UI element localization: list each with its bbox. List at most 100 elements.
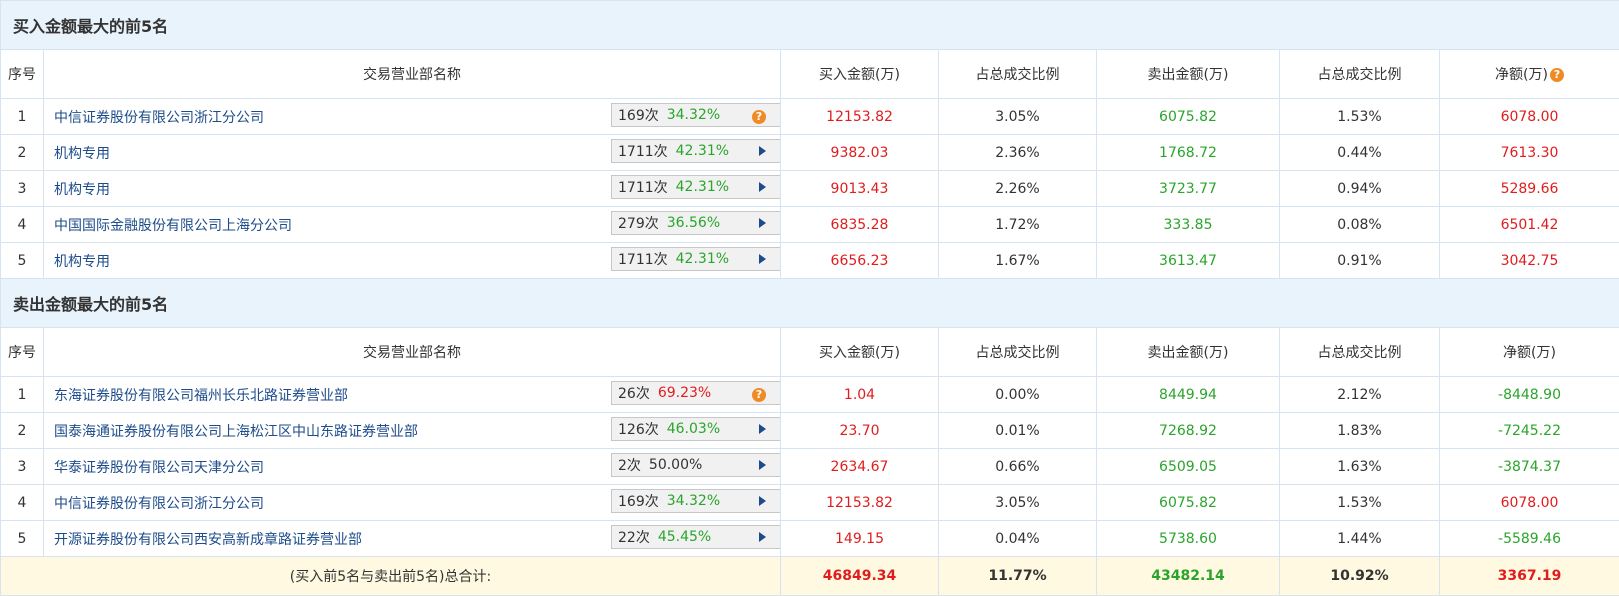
buy-amount: 23.70 (781, 413, 939, 449)
broker-stats-badge[interactable]: 26次69.23%? (611, 381, 781, 405)
sell-amount: 6509.05 (1097, 449, 1280, 485)
broker-name[interactable]: 机构专用 (54, 182, 110, 198)
sell-pct: 1.53% (1280, 485, 1440, 521)
arrow-right-icon[interactable] (759, 218, 766, 228)
total-buy: 46849.34 (781, 557, 939, 596)
arrow-right-icon[interactable] (759, 460, 766, 470)
sell-pct: 0.94% (1280, 171, 1440, 207)
arrow-right-icon[interactable] (759, 532, 766, 542)
col-name-header: 交易营业部名称 (44, 50, 781, 99)
sell-table-row: 2国泰海通证券股份有限公司上海松江区中山东路证券营业部126次46.03%23.… (1, 413, 1619, 449)
row-index: 2 (1, 135, 44, 171)
col-net-header: 净额(万)? (1440, 50, 1619, 99)
row-index: 5 (1, 521, 44, 557)
buy-table-row: 2机构专用1711次42.31%9382.032.36%1768.720.44%… (1, 135, 1619, 171)
buy-pct: 0.04% (939, 521, 1097, 557)
broker-name[interactable]: 机构专用 (54, 146, 110, 162)
buy-amount: 1.04 (781, 377, 939, 413)
buy-table-body: 1中信证券股份有限公司浙江分公司169次34.32%?12153.823.05%… (1, 99, 1619, 279)
buy-pct: 0.66% (939, 449, 1097, 485)
trade-count: 126次 (618, 419, 659, 439)
sell-pct: 1.83% (1280, 413, 1440, 449)
net-amount: 6078.00 (1440, 485, 1619, 521)
broker-stats-badge[interactable]: 169次34.32% (611, 489, 781, 513)
sell-amount: 8449.94 (1097, 377, 1280, 413)
win-rate: 50.00% (649, 457, 702, 473)
trade-count: 1711次 (618, 249, 668, 269)
win-rate: 69.23% (658, 385, 711, 401)
broker-name[interactable]: 东海证券股份有限公司福州长乐北路证券营业部 (54, 388, 348, 404)
buy-amount: 12153.82 (781, 99, 939, 135)
col-net-header: 净额(万) (1440, 328, 1619, 377)
broker-name[interactable]: 中信证券股份有限公司浙江分公司 (54, 496, 264, 512)
row-index: 3 (1, 171, 44, 207)
trade-count: 169次 (618, 105, 659, 125)
col-sell-pct-header: 占总成交比例 (1280, 50, 1440, 99)
row-index: 1 (1, 377, 44, 413)
lhb-seats-panel: 买入金额最大的前5名 序号 交易营业部名称 买入金额(万) 占总成交比例 卖出金… (0, 0, 1619, 594)
arrow-right-icon[interactable] (759, 146, 766, 156)
buy-pct: 1.67% (939, 243, 1097, 279)
broker-stats-badge[interactable]: 169次34.32%? (611, 103, 781, 127)
net-amount: 6078.00 (1440, 99, 1619, 135)
broker-stats-badge[interactable]: 1711次42.31% (611, 139, 781, 163)
broker-name[interactable]: 机构专用 (54, 254, 110, 270)
arrow-right-icon[interactable] (759, 424, 766, 434)
col-index-header: 序号 (1, 328, 44, 377)
row-index: 4 (1, 207, 44, 243)
sell-amount: 333.85 (1097, 207, 1280, 243)
buy-amount: 6835.28 (781, 207, 939, 243)
row-index: 3 (1, 449, 44, 485)
win-rate: 42.31% (676, 143, 729, 159)
question-icon[interactable]: ? (752, 110, 766, 124)
col-sell-header: 卖出金额(万) (1097, 328, 1280, 377)
question-icon[interactable]: ? (752, 388, 766, 402)
win-rate: 34.32% (667, 493, 720, 509)
broker-name[interactable]: 华泰证券股份有限公司天津分公司 (54, 460, 264, 476)
broker-name[interactable]: 中国国际金融股份有限公司上海分公司 (54, 218, 292, 234)
buy-table-row: 3机构专用1711次42.31%9013.432.26%3723.770.94%… (1, 171, 1619, 207)
col-index-header: 序号 (1, 50, 44, 99)
total-sell: 43482.14 (1097, 557, 1280, 596)
buy-amount: 149.15 (781, 521, 939, 557)
broker-stats-badge[interactable]: 1711次 42.31% (611, 247, 781, 271)
buy-amount: 9382.03 (781, 135, 939, 171)
buy-section-title: 买入金额最大的前5名 (1, 1, 1619, 50)
total-row: (买入前5名与卖出前5名)总合计: 46849.34 11.77% 43482.… (1, 557, 1619, 596)
trade-count: 22次 (618, 527, 650, 547)
sell-pct: 1.53% (1280, 99, 1440, 135)
arrow-right-icon[interactable] (759, 496, 766, 506)
total-net: 3367.19 (1440, 557, 1619, 596)
broker-stats-badge[interactable]: 22次45.45% (611, 525, 781, 549)
broker-name-cell: 机构专用 1711次42.31% (44, 135, 781, 171)
arrow-right-icon[interactable] (759, 182, 766, 192)
broker-stats-badge[interactable]: 1711次42.31% (611, 175, 781, 199)
buy-pct: 2.36% (939, 135, 1097, 171)
broker-stats-badge[interactable]: 126次46.03% (611, 417, 781, 441)
win-rate: 42.31% (676, 251, 729, 267)
net-amount: 6501.42 (1440, 207, 1619, 243)
buy-table-row: 4中国国际金融股份有限公司上海分公司279次36.56%6835.281.72%… (1, 207, 1619, 243)
buy-amount: 12153.82 (781, 485, 939, 521)
broker-name[interactable]: 中信证券股份有限公司浙江分公司 (54, 110, 264, 126)
buy-amount: 6656.23 (781, 243, 939, 279)
buy-amount: 2634.67 (781, 449, 939, 485)
buy-table-row: 1中信证券股份有限公司浙江分公司169次34.32%?12153.823.05%… (1, 99, 1619, 135)
buy-section-title-row: 买入金额最大的前5名 (1, 1, 1619, 50)
col-buy-pct-header: 占总成交比例 (939, 50, 1097, 99)
buy-table-row: 5机构专用1711次42.31%6656.231.67%3613.470.91%… (1, 243, 1619, 279)
net-amount: 3042.75 (1440, 243, 1619, 279)
broker-stats-badge[interactable]: 2次50.00% (611, 453, 781, 477)
net-amount: -7245.22 (1440, 413, 1619, 449)
net-amount: -8448.90 (1440, 377, 1619, 413)
broker-stats-badge[interactable]: 279次36.56% (611, 211, 781, 235)
broker-name[interactable]: 国泰海通证券股份有限公司上海松江区中山东路证券营业部 (54, 424, 418, 440)
trade-count: 1711次 (618, 177, 668, 197)
sell-amount: 6075.82 (1097, 99, 1280, 135)
arrow-right-icon[interactable] (759, 254, 766, 264)
question-icon[interactable]: ? (1550, 68, 1564, 82)
col-buy-header: 买入金额(万) (781, 50, 939, 99)
col-buy-header: 买入金额(万) (781, 328, 939, 377)
broker-name[interactable]: 开源证券股份有限公司西安高新成章路证券营业部 (54, 532, 362, 548)
sell-amount: 1768.72 (1097, 135, 1280, 171)
